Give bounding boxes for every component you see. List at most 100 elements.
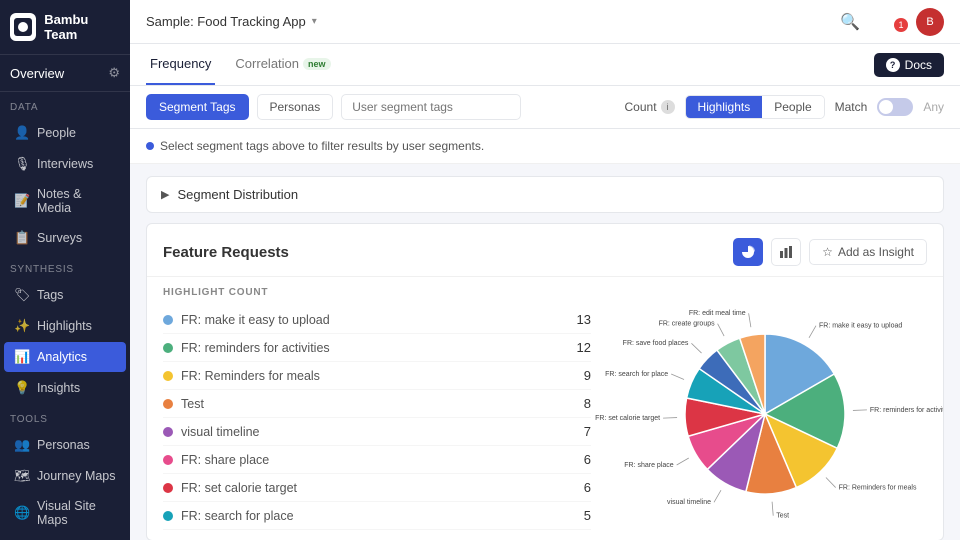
gear-icon[interactable]: ⚙ [108, 65, 120, 81]
personas-button[interactable]: Personas [257, 94, 334, 120]
sidebar-item-label: Surveys [37, 231, 82, 245]
row-count: 6 [584, 452, 591, 467]
sidebar-item-analytics[interactable]: 📊Analytics [4, 342, 126, 372]
avatar[interactable]: B [916, 8, 944, 36]
search-icon[interactable]: 🔍 [840, 12, 860, 32]
table-row: FR: share place 6 [163, 446, 591, 474]
pie-label: FR: search for place [605, 370, 668, 377]
segment-dist-arrow-icon: ▶ [161, 188, 169, 201]
feature-requests-body: HIGHLIGHT COUNT FR: make it easy to uplo… [147, 277, 943, 540]
segment-tags-button[interactable]: Segment Tags [146, 94, 249, 120]
row-dot [163, 315, 173, 325]
pie-label: FR: Reminders for meals [839, 484, 917, 491]
add-as-insight-button[interactable]: ☆ Add as Insight [809, 239, 927, 265]
pie-label-line [826, 477, 836, 487]
sidebar-item-journey[interactable]: 🗺Journey Maps [4, 461, 126, 491]
pie-view-button[interactable] [733, 238, 763, 266]
sidebar-item-insights[interactable]: 💡Insights [4, 373, 126, 403]
sidebar: Bambu Team Overview ⚙ Data👤People🎙Interv… [0, 0, 130, 540]
sidebar-item-label: Personas [37, 438, 90, 452]
main-area: Sample: Food Tracking App ▾ 🔍 🔔 1 B Freq… [130, 0, 960, 540]
tabs-left: Frequency Correlation new [146, 44, 335, 85]
row-name: visual timeline [181, 425, 576, 439]
highlights-people-toggle: Highlights People [685, 95, 825, 119]
bar-view-button[interactable] [771, 238, 801, 266]
sidebar-item-label: Highlights [37, 319, 92, 333]
feature-requests-actions: ☆ Add as Insight [733, 238, 927, 266]
segment-tags-input[interactable] [341, 94, 521, 120]
row-count: 6 [584, 480, 591, 495]
feature-requests-header: Feature Requests ☆ Add as Insight [147, 224, 943, 277]
sidebar-section-synthesis: Synthesis [0, 254, 130, 279]
info-message: Select segment tags above to filter resu… [146, 139, 944, 153]
topbar: Sample: Food Tracking App ▾ 🔍 🔔 1 B [130, 0, 960, 44]
pie-label-line [809, 325, 816, 337]
sidebar-item-label: Analytics [37, 350, 87, 364]
sidebar-item-label: Notes & Media [37, 187, 116, 215]
personas-icon: 👥 [14, 437, 30, 453]
sidebar-item-visual[interactable]: 🌐 Visual Site Maps [4, 492, 126, 534]
row-count: 8 [584, 396, 591, 411]
sidebar-item-people[interactable]: 👤People [4, 118, 126, 148]
count-label: Count i [625, 100, 675, 114]
row-dot [163, 343, 173, 353]
tab-correlation[interactable]: Correlation new [231, 44, 334, 85]
visual-icon: 🌐 [14, 505, 30, 521]
row-dot [163, 483, 173, 493]
pie-label-line [772, 501, 773, 515]
row-dot [163, 511, 173, 521]
surveys-icon: 📋 [14, 230, 30, 246]
segment-distribution-header[interactable]: ▶ Segment Distribution [147, 177, 943, 212]
sidebar-item-label: Visual Site Maps [37, 499, 116, 527]
sidebar-item-label: Insights [37, 381, 80, 395]
table-row: FR: Reminders for meals 9 [163, 362, 591, 390]
pie-label-line [718, 323, 725, 335]
sidebar-section-tools: Tools [0, 404, 130, 429]
filter-right: Count i Highlights People Match Any [625, 95, 944, 119]
pie-label: FR: share place [624, 461, 674, 468]
project-title: Sample: Food Tracking App [146, 14, 306, 29]
pie-label: Test [776, 512, 789, 519]
new-badge: new [303, 58, 331, 70]
highlights-icon: ✨ [14, 318, 30, 334]
sidebar-item-highlights[interactable]: ✨ Highlights [4, 311, 126, 341]
interviews-icon: 🎙 [14, 156, 30, 172]
pie-label: FR: make it easy to upload [819, 322, 902, 329]
row-count: 9 [584, 368, 591, 383]
pie-label-line [749, 313, 751, 327]
info-row: Select segment tags above to filter resu… [130, 129, 960, 164]
pie-label-line [714, 490, 721, 502]
sidebar-item-personas[interactable]: 👥 Personas [4, 430, 126, 460]
people-toggle[interactable]: People [762, 96, 823, 118]
pie-label-line [663, 417, 677, 418]
segment-distribution-title: Segment Distribution [177, 187, 298, 202]
info-dot-icon [146, 142, 154, 150]
sidebar-item-interviews[interactable]: 🎙Interviews [4, 149, 126, 179]
sidebar-item-surveys[interactable]: 📋 Surveys [4, 223, 126, 253]
logo-text: Bambu Team [44, 12, 120, 42]
row-count: 7 [584, 424, 591, 439]
docs-icon: ? [886, 58, 900, 72]
project-chevron-icon[interactable]: ▾ [312, 16, 317, 27]
row-name: FR: reminders for activities [181, 341, 569, 355]
pie-label-line [853, 409, 867, 410]
row-dot [163, 455, 173, 465]
row-name: FR: share place [181, 453, 576, 467]
count-info-icon[interactable]: i [661, 100, 675, 114]
pie-label: FR: reminders for activities [870, 406, 944, 413]
docs-button[interactable]: ? Docs [874, 53, 944, 77]
sidebar-logo: Bambu Team [0, 0, 130, 55]
row-name: Test [181, 397, 576, 411]
sidebar-item-notes[interactable]: 📝Notes & Media [4, 180, 126, 222]
highlights-toggle[interactable]: Highlights [686, 96, 763, 118]
match-toggle[interactable] [877, 98, 913, 116]
table-row: FR: set calorie target 6 [163, 474, 591, 502]
pie-label-line [691, 343, 701, 353]
sidebar-overview-row[interactable]: Overview ⚙ [0, 55, 130, 92]
star-icon: ☆ [822, 245, 833, 259]
table-row: FR: search for place 5 [163, 502, 591, 530]
tab-frequency[interactable]: Frequency [146, 44, 215, 85]
pie-label-line [677, 458, 689, 465]
sidebar-item-tags[interactable]: 🏷Tags [4, 280, 126, 310]
journey-icon: 🗺 [14, 468, 30, 484]
